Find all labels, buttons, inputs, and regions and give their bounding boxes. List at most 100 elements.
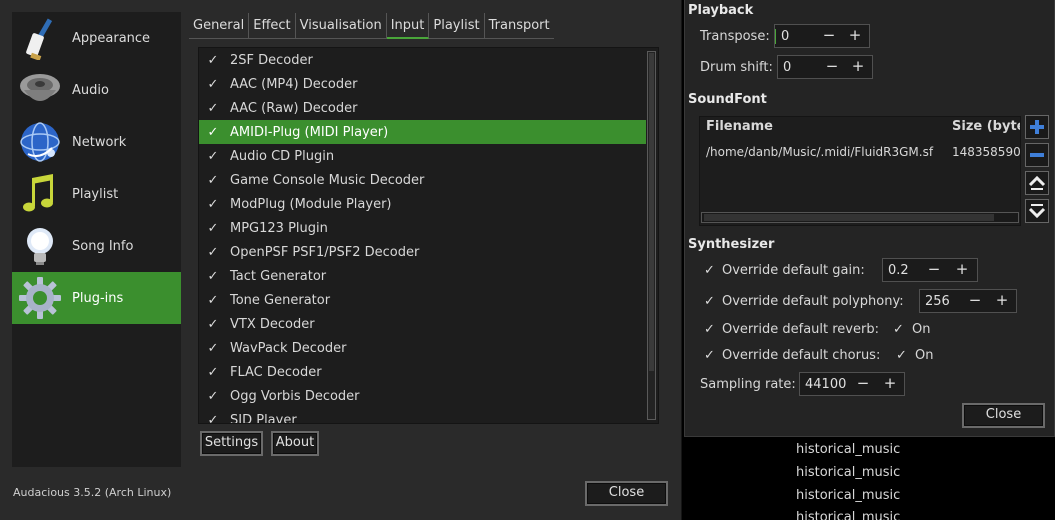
increment-icon[interactable]: + bbox=[841, 25, 869, 47]
decrement-icon[interactable]: − bbox=[920, 259, 948, 281]
plugin-row[interactable]: ✓ 2SF Decoder bbox=[199, 48, 646, 72]
plugin-row[interactable]: ✓ ModPlug (Module Player) bbox=[199, 192, 646, 216]
increment-icon[interactable]: + bbox=[876, 373, 904, 395]
plugin-row[interactable]: ✓ Tact Generator bbox=[199, 264, 646, 288]
reverb-checkbox[interactable]: ✓ bbox=[704, 322, 715, 337]
plugin-name: SID Player bbox=[230, 412, 297, 424]
tab-transport[interactable]: Transport bbox=[485, 13, 554, 39]
plugin-row[interactable]: ✓ Ogg Vorbis Decoder bbox=[199, 384, 646, 408]
tab-effect[interactable]: Effect bbox=[249, 13, 296, 39]
plugin-row[interactable]: ✓ AAC (MP4) Decoder bbox=[199, 72, 646, 96]
list-item[interactable]: historical_music bbox=[796, 465, 900, 480]
category-network[interactable]: Network bbox=[12, 116, 181, 168]
category-appearance[interactable]: Appearance bbox=[12, 12, 181, 64]
move-up-button[interactable] bbox=[1025, 171, 1049, 195]
check-icon[interactable]: ✓ bbox=[200, 101, 226, 116]
reverb-on-checkbox[interactable]: ✓ bbox=[893, 322, 904, 337]
close-dialog-button[interactable]: Close bbox=[962, 403, 1045, 428]
check-icon[interactable]: ✓ bbox=[200, 341, 226, 356]
check-icon[interactable]: ✓ bbox=[200, 197, 226, 212]
check-icon[interactable]: ✓ bbox=[200, 149, 226, 164]
plugin-type-tabs: General Effect Visualisation Input Playl… bbox=[189, 13, 554, 39]
polyphony-spinner[interactable]: 256 − + bbox=[919, 289, 1017, 313]
transpose-value[interactable]: 0 bbox=[775, 28, 789, 44]
plugin-list[interactable]: ✓ 2SF Decoder ✓ AAC (MP4) Decoder ✓ AAC (Ra… bbox=[198, 47, 659, 424]
increment-icon[interactable]: + bbox=[844, 56, 872, 78]
column-filename[interactable]: Filename bbox=[706, 119, 773, 134]
about-button[interactable]: About bbox=[271, 431, 319, 456]
transpose-spinner[interactable]: 0 − + bbox=[774, 24, 870, 48]
soundfont-size[interactable]: 148358590 bbox=[952, 145, 1020, 159]
plugin-row-selected[interactable]: ✓ AMIDI-Plug (MIDI Player) bbox=[199, 120, 646, 144]
move-down-button[interactable] bbox=[1025, 199, 1049, 223]
soundfont-table[interactable]: Filename Size (byte /home/danb/Music/.mi… bbox=[699, 116, 1021, 226]
close-button[interactable]: Close bbox=[585, 481, 668, 506]
plugin-row[interactable]: ✓ AAC (Raw) Decoder bbox=[199, 96, 646, 120]
gain-value[interactable]: 0.2 bbox=[883, 263, 909, 278]
settings-button[interactable]: Settings bbox=[200, 431, 263, 456]
category-playlist[interactable]: Playlist bbox=[12, 168, 181, 220]
plugin-name: Tact Generator bbox=[230, 268, 327, 284]
tab-input[interactable]: Input bbox=[386, 13, 430, 39]
chorus-checkbox[interactable]: ✓ bbox=[704, 348, 715, 363]
plugin-name: FLAC Decoder bbox=[230, 364, 322, 380]
category-label: Playlist bbox=[72, 186, 119, 202]
category-audio[interactable]: Audio bbox=[12, 64, 181, 116]
plugin-row[interactable]: ✓ VTX Decoder bbox=[199, 312, 646, 336]
list-item[interactable]: historical_music bbox=[796, 488, 900, 503]
add-soundfont-button[interactable] bbox=[1025, 115, 1049, 139]
chorus-on-label: On bbox=[915, 348, 934, 363]
check-icon[interactable]: ✓ bbox=[200, 125, 226, 140]
check-icon[interactable]: ✓ bbox=[200, 77, 226, 92]
scrollbar-thumb[interactable] bbox=[649, 53, 654, 371]
check-icon[interactable]: ✓ bbox=[200, 365, 226, 380]
drum-shift-spinner[interactable]: 0 − + bbox=[777, 55, 873, 79]
scrollbar-thumb[interactable] bbox=[704, 214, 994, 221]
check-icon[interactable]: ✓ bbox=[200, 317, 226, 332]
tab-general[interactable]: General bbox=[189, 13, 250, 39]
tab-playlist[interactable]: Playlist bbox=[429, 13, 485, 39]
decrement-icon[interactable]: − bbox=[961, 290, 989, 312]
polyphony-checkbox[interactable]: ✓ bbox=[704, 294, 715, 309]
list-item[interactable]: historical_music bbox=[796, 442, 900, 457]
check-icon[interactable]: ✓ bbox=[200, 245, 226, 260]
check-icon[interactable]: ✓ bbox=[200, 293, 226, 308]
sampling-rate-value[interactable]: 44100 bbox=[800, 377, 846, 392]
check-icon[interactable]: ✓ bbox=[200, 221, 226, 236]
list-item[interactable]: historical_music bbox=[796, 510, 900, 520]
tab-visualisation[interactable]: Visualisation bbox=[296, 13, 387, 39]
drum-shift-value[interactable]: 0 bbox=[778, 60, 791, 75]
check-icon[interactable]: ✓ bbox=[200, 173, 226, 188]
polyphony-value[interactable]: 256 bbox=[920, 294, 950, 309]
plugin-row[interactable]: ✓ Audio CD Plugin bbox=[199, 144, 646, 168]
plugin-list-scrollbar[interactable] bbox=[647, 51, 656, 420]
category-song-info[interactable]: Song Info bbox=[12, 220, 181, 272]
check-icon[interactable]: ✓ bbox=[200, 53, 226, 68]
increment-icon[interactable]: + bbox=[948, 259, 976, 281]
plugin-row[interactable]: ✓ FLAC Decoder bbox=[199, 360, 646, 384]
gain-checkbox[interactable]: ✓ bbox=[704, 263, 715, 278]
plugin-row[interactable]: ✓ Tone Generator bbox=[199, 288, 646, 312]
plugin-row[interactable]: ✓ SID Player bbox=[199, 408, 646, 424]
plugin-row[interactable]: ✓ WavPack Decoder bbox=[199, 336, 646, 360]
decrement-icon[interactable]: − bbox=[849, 373, 877, 395]
check-icon[interactable]: ✓ bbox=[200, 389, 226, 404]
decrement-icon[interactable]: − bbox=[818, 56, 846, 78]
chorus-on-checkbox[interactable]: ✓ bbox=[896, 348, 907, 363]
plugin-row[interactable]: ✓ OpenPSF PSF1/PSF2 Decoder bbox=[199, 240, 646, 264]
category-label: Appearance bbox=[72, 30, 151, 46]
category-plug-ins[interactable]: Plug-ins bbox=[12, 272, 181, 324]
remove-soundfont-button[interactable] bbox=[1025, 143, 1049, 167]
horizontal-scrollbar[interactable] bbox=[701, 212, 1019, 223]
sampling-rate-spinner[interactable]: 44100 − + bbox=[799, 372, 905, 396]
plugin-row[interactable]: ✓ MPG123 Plugin bbox=[199, 216, 646, 240]
decrement-icon[interactable]: − bbox=[815, 25, 843, 47]
check-icon[interactable]: ✓ bbox=[200, 269, 226, 284]
increment-icon[interactable]: + bbox=[988, 290, 1016, 312]
column-size[interactable]: Size (byte bbox=[952, 119, 1020, 134]
check-icon[interactable]: ✓ bbox=[200, 413, 226, 424]
polyphony-label: Override default polyphony: bbox=[722, 294, 904, 309]
plugin-row[interactable]: ✓ Game Console Music Decoder bbox=[199, 168, 646, 192]
gain-spinner[interactable]: 0.2 − + bbox=[882, 258, 978, 282]
soundfont-filename[interactable]: /home/danb/Music/.midi/FluidR3GM.sf bbox=[706, 145, 933, 159]
